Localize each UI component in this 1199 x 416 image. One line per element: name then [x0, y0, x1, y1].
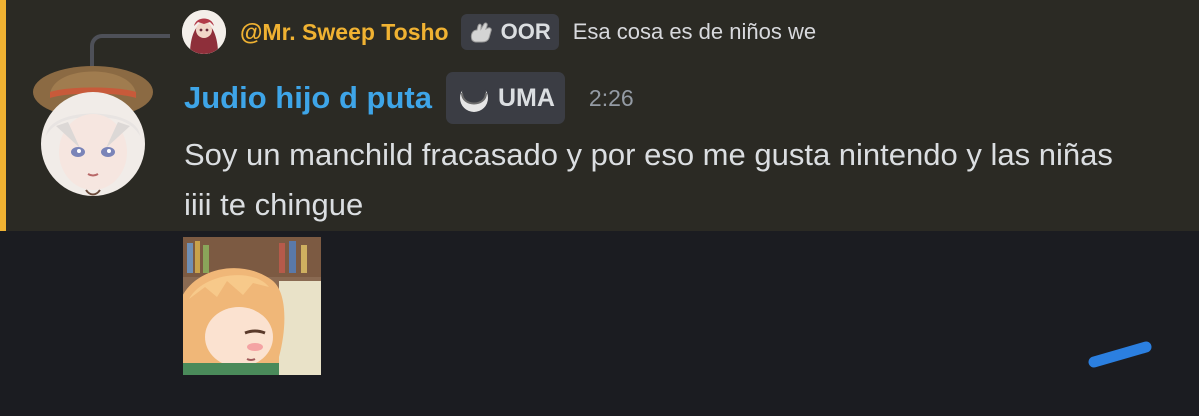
reply-author-avatar[interactable] [182, 10, 226, 54]
reply-author-name[interactable]: @Mr. Sweep Tosho [240, 19, 449, 46]
reply-tag-label: OOR [500, 19, 551, 44]
mention-highlight-bar [0, 0, 6, 231]
author-tag-label: UMA [497, 83, 555, 112]
rock-hand-icon [470, 22, 492, 43]
reply-author-tag[interactable]: OOR [460, 14, 559, 50]
author-tag[interactable]: UMA [445, 72, 565, 124]
message-header: Judio hijo d puta UMA 2:26 [184, 70, 634, 126]
reply-preview[interactable]: @Mr. Sweep Tosho OOR Esa cosa es de niño… [182, 10, 816, 54]
crescent-moon-icon [459, 81, 488, 112]
reply-text[interactable]: Esa cosa es de niños we [573, 19, 816, 45]
scroll-indicator[interactable] [1086, 338, 1156, 368]
author-avatar[interactable] [28, 56, 158, 196]
message-timestamp[interactable]: 2:26 [589, 85, 634, 112]
message-content: Soy un manchild fracasado y por eso me g… [184, 137, 1113, 222]
message-image-attachment[interactable] [183, 237, 321, 375]
author-name[interactable]: Judio hijo d puta [184, 80, 432, 116]
